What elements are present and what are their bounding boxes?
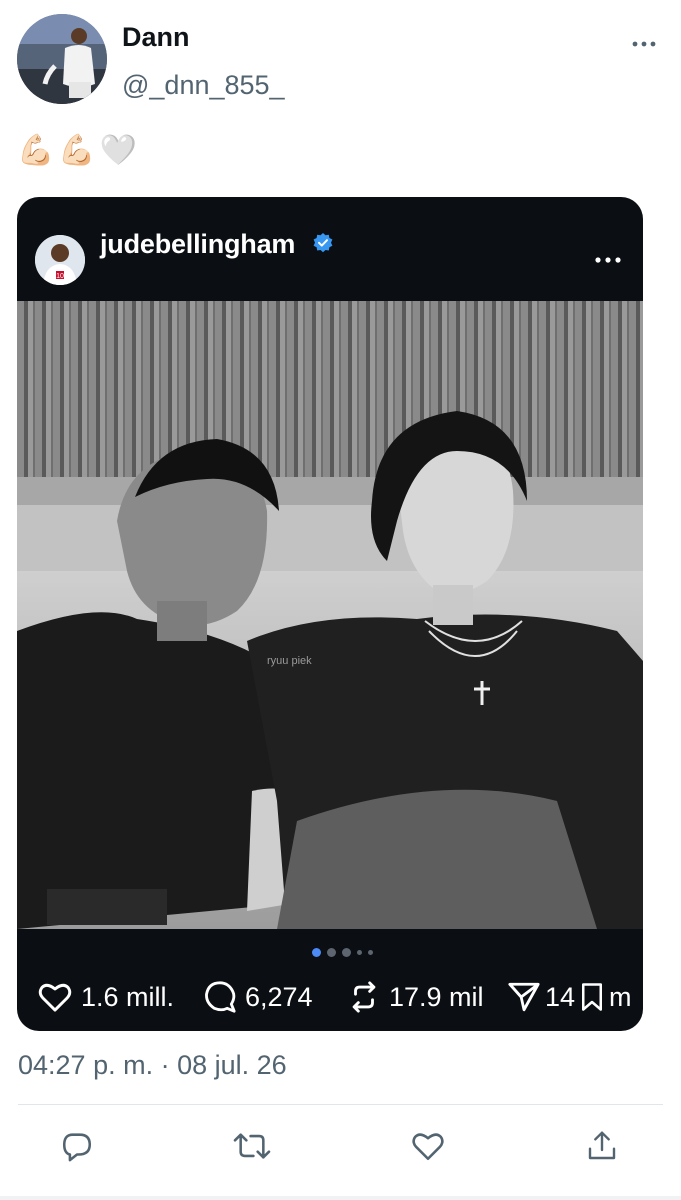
divider xyxy=(18,1104,663,1105)
comments-count: 6,274 xyxy=(245,981,313,1012)
send-icon xyxy=(508,982,540,1012)
divider xyxy=(0,1196,681,1200)
svg-text:10: 10 xyxy=(56,273,64,280)
retweet-icon xyxy=(233,1133,271,1159)
flexed-biceps-emoji: 💪🏻 xyxy=(58,134,96,167)
embedded-post-card[interactable]: 10 judebellingham ryuu piek 1.6 mill. 6,… xyxy=(17,197,643,1031)
reply-icon xyxy=(62,1133,92,1162)
comments-stat[interactable]: 6,274 xyxy=(203,980,347,1014)
like-icon xyxy=(412,1133,444,1161)
verified-badge-icon xyxy=(313,233,333,253)
carousel-dot xyxy=(342,948,351,957)
carousel-dot xyxy=(327,948,336,957)
user-handle[interactable]: @_dnn_855_ xyxy=(122,70,285,101)
tweet-timestamp[interactable]: 04:27 p. m. · 08 jul. 26 xyxy=(18,1050,287,1081)
tweet-text: 💪🏻 💪🏻 🤍 xyxy=(17,131,137,171)
post-stats-bar: 1.6 mill. 6,274 17.9 mil 14 m xyxy=(37,977,643,1017)
share-button[interactable] xyxy=(582,1126,622,1166)
embedded-avatar[interactable]: 10 xyxy=(35,235,85,285)
display-name[interactable]: Dann xyxy=(122,22,190,53)
bookmark-icon[interactable] xyxy=(579,982,605,1012)
repost-icon xyxy=(352,981,376,1013)
retweet-button[interactable] xyxy=(232,1126,272,1166)
post-photo[interactable]: ryuu piek xyxy=(17,301,643,929)
likes-count: 1.6 mill. xyxy=(81,981,175,1012)
flexed-biceps-emoji: 💪🏻 xyxy=(17,134,55,167)
likes-stat[interactable]: 1.6 mill. xyxy=(37,981,203,1013)
share-icon xyxy=(588,1131,616,1160)
carousel-indicator xyxy=(312,948,373,957)
reposts-stat[interactable]: 17.9 mil xyxy=(347,980,507,1014)
saves-count: m xyxy=(609,981,632,1012)
heart-icon xyxy=(38,983,72,1012)
like-button[interactable] xyxy=(408,1126,448,1166)
shares-stat[interactable]: 14 m xyxy=(507,980,632,1014)
more-horizontal-icon[interactable] xyxy=(632,38,656,50)
carousel-dot xyxy=(368,950,373,955)
carousel-dot xyxy=(357,950,362,955)
carousel-dot xyxy=(312,948,321,957)
reply-button[interactable] xyxy=(57,1126,97,1166)
photo-watermark: ryuu piek xyxy=(267,655,312,667)
embedded-username[interactable]: judebellingham xyxy=(100,229,295,260)
comment-icon xyxy=(205,981,236,1013)
shares-count: 14 xyxy=(545,981,576,1012)
avatar[interactable] xyxy=(17,14,107,104)
reposts-count: 17.9 mil xyxy=(389,981,484,1012)
more-horizontal-icon[interactable] xyxy=(595,256,621,264)
white-heart-emoji: 🤍 xyxy=(99,134,138,167)
